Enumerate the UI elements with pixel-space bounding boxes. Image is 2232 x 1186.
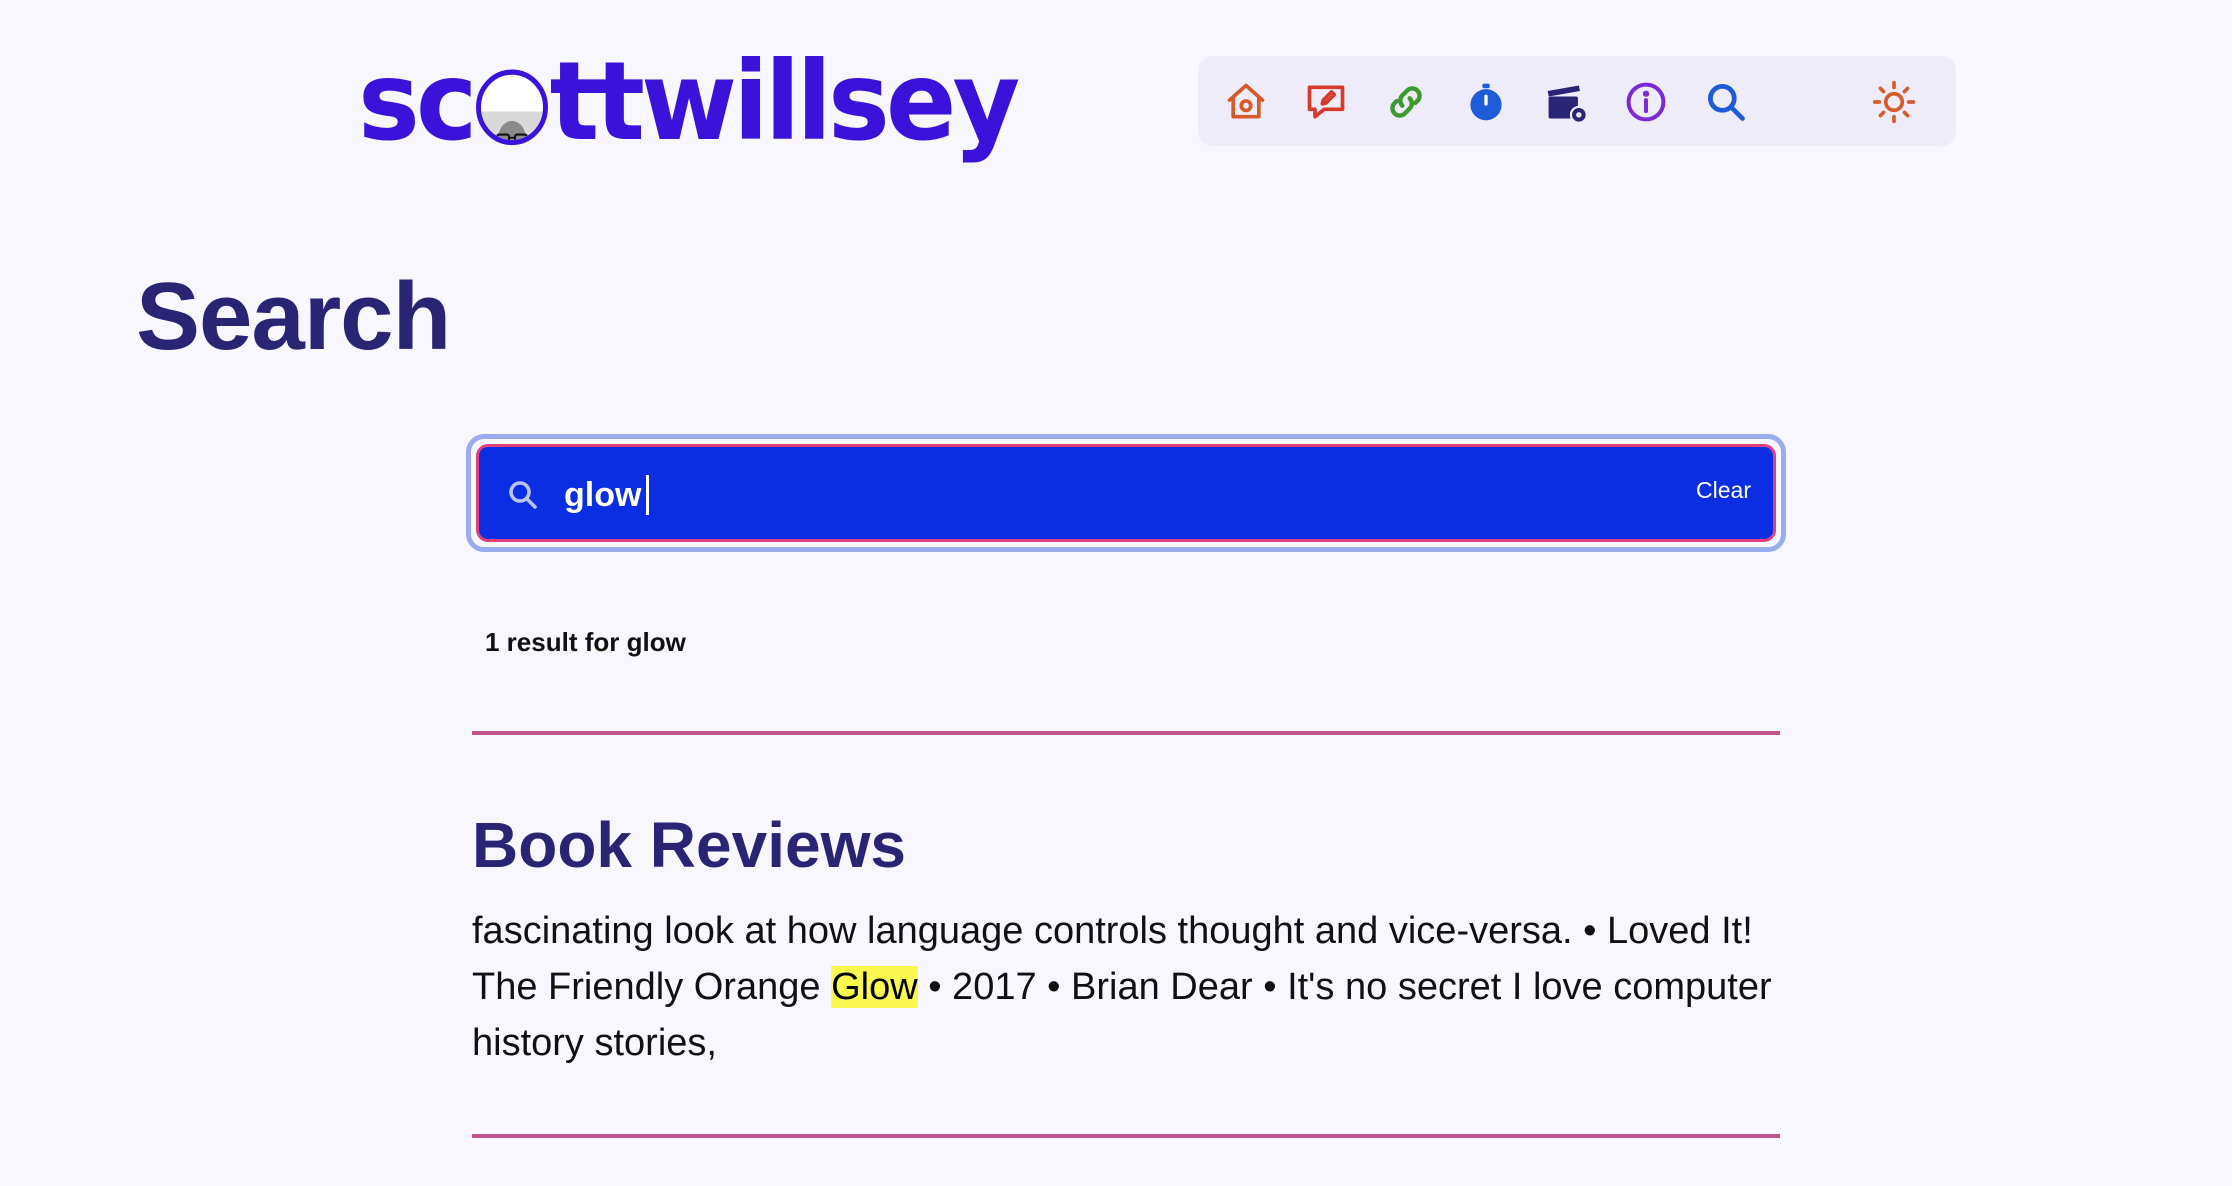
logo-text-prefix: sc: [358, 36, 478, 166]
search-highlight: Glow: [831, 966, 918, 1008]
nav-media[interactable]: [1542, 78, 1590, 126]
result-excerpt: fascinating look at how language control…: [472, 903, 1792, 1071]
site-logo[interactable]: sc ttwillsey: [358, 33, 1021, 170]
search-icon: [1708, 84, 1745, 121]
search-field-icon: [509, 481, 537, 509]
search-input[interactable]: [564, 465, 1564, 525]
sun-icon: [1872, 80, 1916, 124]
nav-about[interactable]: [1622, 78, 1670, 126]
logo-text-suffix: ttwillsey: [549, 36, 1021, 166]
nav-now[interactable]: [1462, 78, 1510, 126]
search-field-focus-ring: Clear: [466, 434, 1786, 552]
theme-toggle[interactable]: [1870, 78, 1918, 126]
text-caret: [646, 475, 649, 515]
nav-bar: [1198, 56, 1956, 146]
page-title: Search: [136, 263, 451, 370]
result-divider-top: [472, 731, 1780, 735]
link-icon: [1390, 86, 1422, 118]
clapperboard-gear-icon: [1547, 85, 1588, 124]
nav-links[interactable]: [1382, 78, 1430, 126]
avatar: [475, 69, 548, 146]
result-count: 1 result for glow: [485, 627, 686, 657]
nav-search[interactable]: [1702, 78, 1750, 126]
result-title-link[interactable]: Book Reviews: [472, 808, 906, 882]
blog-edit-icon: [1307, 85, 1345, 119]
home-icon: [1227, 83, 1265, 119]
clear-button[interactable]: Clear: [1696, 477, 1751, 504]
stopwatch-icon: [1470, 83, 1502, 121]
info-icon: [1626, 82, 1666, 122]
nav-home[interactable]: [1222, 78, 1270, 126]
result-divider-bottom: [472, 1134, 1780, 1138]
nav-blog[interactable]: [1302, 78, 1350, 126]
search-field[interactable]: Clear: [476, 444, 1776, 542]
